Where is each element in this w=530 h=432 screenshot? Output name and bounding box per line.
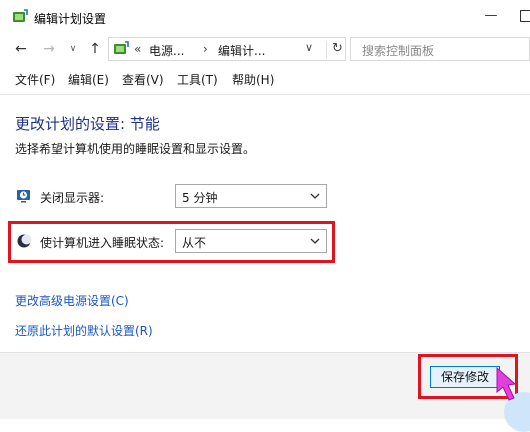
menu-help[interactable]: 帮助(H) [232,71,274,88]
cursor-arrow-icon [493,362,523,402]
maximize-icon [520,10,530,22]
page-subtitle: 选择希望计算机使用的睡眠设置和显示设置。 [15,140,255,157]
address-segment-power[interactable]: 电源... [149,42,184,59]
page-title: 更改计划的设置: 节能 [15,113,160,134]
address-overflow-chevron[interactable]: « [134,42,141,56]
address-segment-edit-plan[interactable]: 编辑计... [218,42,265,59]
back-button[interactable]: ← [12,39,30,59]
sleep-select[interactable]: 从不 [175,229,327,253]
address-dropdown-icon[interactable]: ∨ [305,41,313,54]
chevron-down-icon [308,187,322,205]
navigation-bar: ← → ∨ ↑ « 电源... › 编辑计... ∨ ↻ 搜索控制面板 [0,34,530,64]
address-separator-icon[interactable]: › [203,42,208,56]
display-off-label: 关闭显示器: [40,189,104,206]
up-button[interactable]: ↑ [86,39,104,59]
power-options-icon [12,9,28,25]
maximize-button[interactable] [512,4,530,28]
address-bar[interactable]: « 电源... › 编辑计... ∨ ↻ [108,37,346,61]
recent-locations-chevron-icon[interactable]: ∨ [64,39,82,59]
refresh-icon[interactable]: ↻ [326,41,343,59]
menu-view[interactable]: 查看(V) [122,71,164,88]
advanced-power-settings-link[interactable]: 更改高级电源设置(C) [15,292,129,309]
display-off-select[interactable]: 5 分钟 [175,184,327,208]
title-bar: 编辑计划设置 — [0,0,530,34]
minimize-button[interactable]: — [478,4,504,28]
menu-tools[interactable]: 工具(T) [177,71,218,88]
window-title: 编辑计划设置 [34,10,106,27]
menu-file[interactable]: 文件(F) [15,71,55,88]
display-off-value: 5 分钟 [182,189,217,206]
menu-divider [0,94,530,95]
moon-icon [16,233,32,249]
search-input[interactable]: 搜索控制面板 [350,37,530,61]
menu-bar: 文件(F) 编辑(E) 查看(V) 工具(T) 帮助(H) [0,66,530,90]
chevron-down-icon [308,232,322,250]
monitor-clock-icon [16,188,32,204]
restore-defaults-link[interactable]: 还原此计划的默认设置(R) [15,322,153,339]
forward-button[interactable]: → [40,39,58,59]
search-placeholder: 搜索控制面板 [362,42,434,59]
save-button[interactable]: 保存修改 [430,366,500,388]
power-options-icon [113,41,129,57]
sleep-label: 使计算机进入睡眠状态: [40,234,164,251]
menu-edit[interactable]: 编辑(E) [68,71,109,88]
sleep-value: 从不 [182,234,206,251]
